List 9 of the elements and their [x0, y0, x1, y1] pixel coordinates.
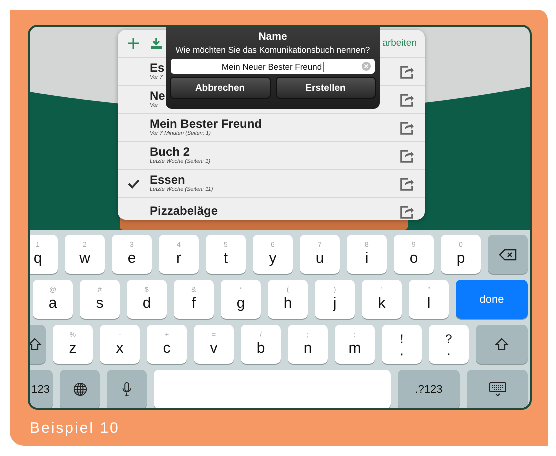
book-title: Pizzabeläge: [150, 205, 218, 218]
book-title: Mein Bester Freund: [150, 118, 262, 130]
book-title: Essen: [150, 174, 186, 186]
book-title: Ne: [150, 90, 166, 102]
dialog-message: Wie möchten Sie das Komunikationsbuch nennen?: [176, 44, 370, 56]
book-title: Es: [150, 62, 165, 74]
book-title: Buch 2: [150, 146, 190, 158]
dialog-title: Name: [258, 30, 288, 44]
caption: Beispiel 10: [29, 419, 121, 437]
